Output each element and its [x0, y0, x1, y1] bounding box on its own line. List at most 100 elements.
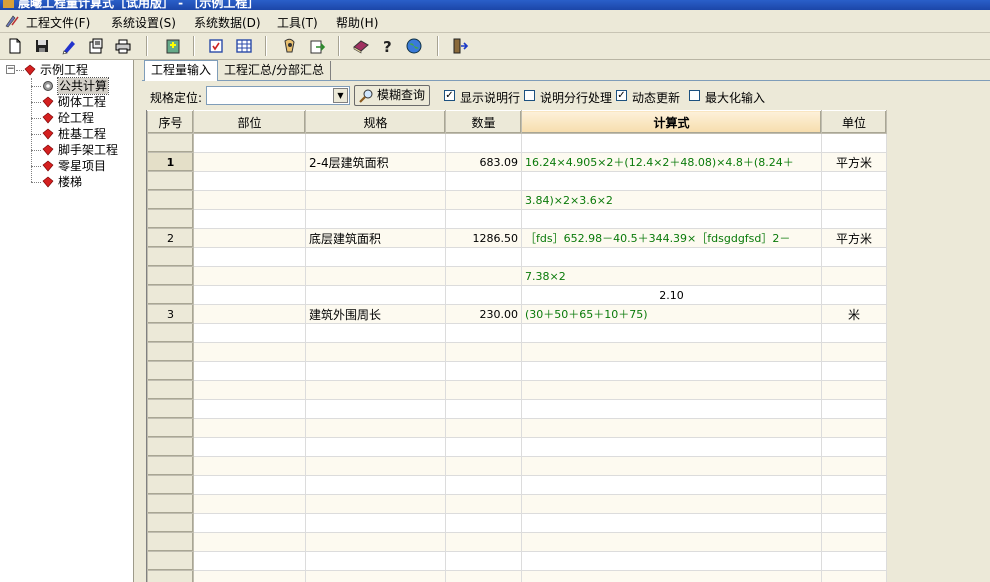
cell-spec[interactable]	[305, 494, 446, 514]
cell-seq[interactable]	[147, 437, 194, 457]
cell-spec[interactable]	[305, 266, 446, 286]
cell-unit[interactable]	[821, 266, 887, 286]
cell-spec[interactable]	[305, 532, 446, 552]
cell-spec[interactable]	[305, 190, 446, 210]
cell-qty[interactable]	[445, 494, 522, 514]
help-icon[interactable]: ?	[378, 37, 396, 55]
table-row[interactable]: 3.84)×2×3.6×2	[147, 190, 887, 210]
col-header-formula[interactable]: 计算式	[521, 110, 822, 134]
cell-qty[interactable]	[445, 171, 522, 191]
cell-qty[interactable]	[445, 209, 522, 229]
col-header-seq[interactable]: 序号	[147, 110, 194, 134]
cell-seq[interactable]	[147, 209, 194, 229]
cell-seq[interactable]	[147, 532, 194, 552]
spec-locate-combo[interactable]: ▼	[206, 86, 350, 105]
cell-qty[interactable]	[445, 418, 522, 438]
cell-formula[interactable]	[521, 380, 822, 400]
table-row[interactable]	[147, 551, 887, 571]
cell-spec[interactable]	[305, 171, 446, 191]
cell-spec[interactable]	[305, 399, 446, 419]
cell-part[interactable]	[193, 456, 306, 476]
cell-qty[interactable]	[445, 513, 522, 533]
cell-unit[interactable]	[821, 494, 887, 514]
cell-qty[interactable]: 230.00	[445, 304, 522, 324]
cell-seq[interactable]: 2	[147, 228, 194, 248]
menu-project-file[interactable]: 工程文件(F)	[26, 14, 90, 31]
cell-qty[interactable]	[445, 399, 522, 419]
cell-formula[interactable]	[521, 475, 822, 495]
cell-unit[interactable]: 平方米	[821, 152, 887, 172]
edit-icon[interactable]	[60, 37, 78, 55]
cell-seq[interactable]	[147, 133, 194, 153]
cell-seq[interactable]: 1	[147, 152, 194, 172]
cell-unit[interactable]	[821, 171, 887, 191]
print-icon[interactable]	[114, 37, 132, 55]
cell-unit[interactable]	[821, 456, 887, 476]
cell-part[interactable]	[193, 551, 306, 571]
cell-unit[interactable]	[821, 551, 887, 571]
cell-formula[interactable]	[521, 342, 822, 362]
table-row[interactable]	[147, 171, 887, 191]
cell-qty[interactable]	[445, 380, 522, 400]
cell-seq[interactable]	[147, 342, 194, 362]
table-row[interactable]	[147, 513, 887, 533]
cell-seq[interactable]	[147, 285, 194, 305]
cell-unit[interactable]	[821, 209, 887, 229]
cell-formula[interactable]: 7.38×2	[521, 266, 822, 286]
table-row[interactable]	[147, 494, 887, 514]
cell-spec[interactable]: 底层建筑面积	[305, 228, 446, 248]
cell-seq[interactable]	[147, 475, 194, 495]
cell-part[interactable]	[193, 304, 306, 324]
cell-formula[interactable]	[521, 418, 822, 438]
cell-unit[interactable]	[821, 361, 887, 381]
cell-seq[interactable]	[147, 418, 194, 438]
table-row[interactable]	[147, 570, 887, 582]
cell-formula[interactable]	[521, 456, 822, 476]
cell-seq[interactable]	[147, 247, 194, 267]
cell-spec[interactable]	[305, 513, 446, 533]
menu-tools[interactable]: 工具(T)	[277, 14, 318, 31]
cell-formula[interactable]: 2.10	[521, 285, 822, 305]
cell-part[interactable]	[193, 475, 306, 495]
cell-part[interactable]	[193, 513, 306, 533]
cell-part[interactable]	[193, 399, 306, 419]
col-header-part[interactable]: 部位	[193, 110, 306, 134]
cell-seq[interactable]	[147, 513, 194, 533]
cell-qty[interactable]	[445, 133, 522, 153]
cell-unit[interactable]	[821, 475, 887, 495]
check-icon[interactable]	[207, 37, 225, 55]
table-row[interactable]	[147, 209, 887, 229]
cell-qty[interactable]	[445, 570, 522, 582]
cell-qty[interactable]	[445, 323, 522, 343]
col-header-qty[interactable]: 数量	[445, 110, 522, 134]
cell-formula[interactable]	[521, 399, 822, 419]
calculator-icon[interactable]	[281, 37, 299, 55]
cell-seq[interactable]	[147, 323, 194, 343]
cell-part[interactable]	[193, 494, 306, 514]
cell-formula[interactable]	[521, 247, 822, 267]
tab-quantity-input[interactable]: 工程量输入	[144, 60, 219, 81]
cell-spec[interactable]	[305, 551, 446, 571]
cell-unit[interactable]	[821, 399, 887, 419]
cell-qty[interactable]	[445, 266, 522, 286]
cell-part[interactable]	[193, 437, 306, 457]
cell-spec[interactable]	[305, 418, 446, 438]
cell-qty[interactable]	[445, 361, 522, 381]
cell-part[interactable]	[193, 209, 306, 229]
table-icon[interactable]	[235, 37, 253, 55]
table-row[interactable]	[147, 532, 887, 552]
tree-collapse-toggle[interactable]: −	[6, 65, 15, 74]
cell-formula[interactable]: 3.84)×2×3.6×2	[521, 190, 822, 210]
table-row[interactable]: 3 建筑外围周长 230.00 (30＋50＋65＋10＋75) 米	[147, 304, 887, 324]
cell-qty[interactable]	[445, 342, 522, 362]
cell-unit[interactable]	[821, 418, 887, 438]
app-menu-icon[interactable]	[4, 13, 20, 29]
cell-formula[interactable]: (30＋50＋65＋10＋75)	[521, 304, 822, 324]
cell-part[interactable]	[193, 361, 306, 381]
cell-part[interactable]	[193, 570, 306, 582]
panel-splitter[interactable]	[134, 60, 142, 582]
cell-part[interactable]	[193, 380, 306, 400]
cell-unit[interactable]	[821, 133, 887, 153]
tab-summary[interactable]: 工程汇总/分部汇总	[218, 61, 332, 80]
cell-part[interactable]	[193, 133, 306, 153]
